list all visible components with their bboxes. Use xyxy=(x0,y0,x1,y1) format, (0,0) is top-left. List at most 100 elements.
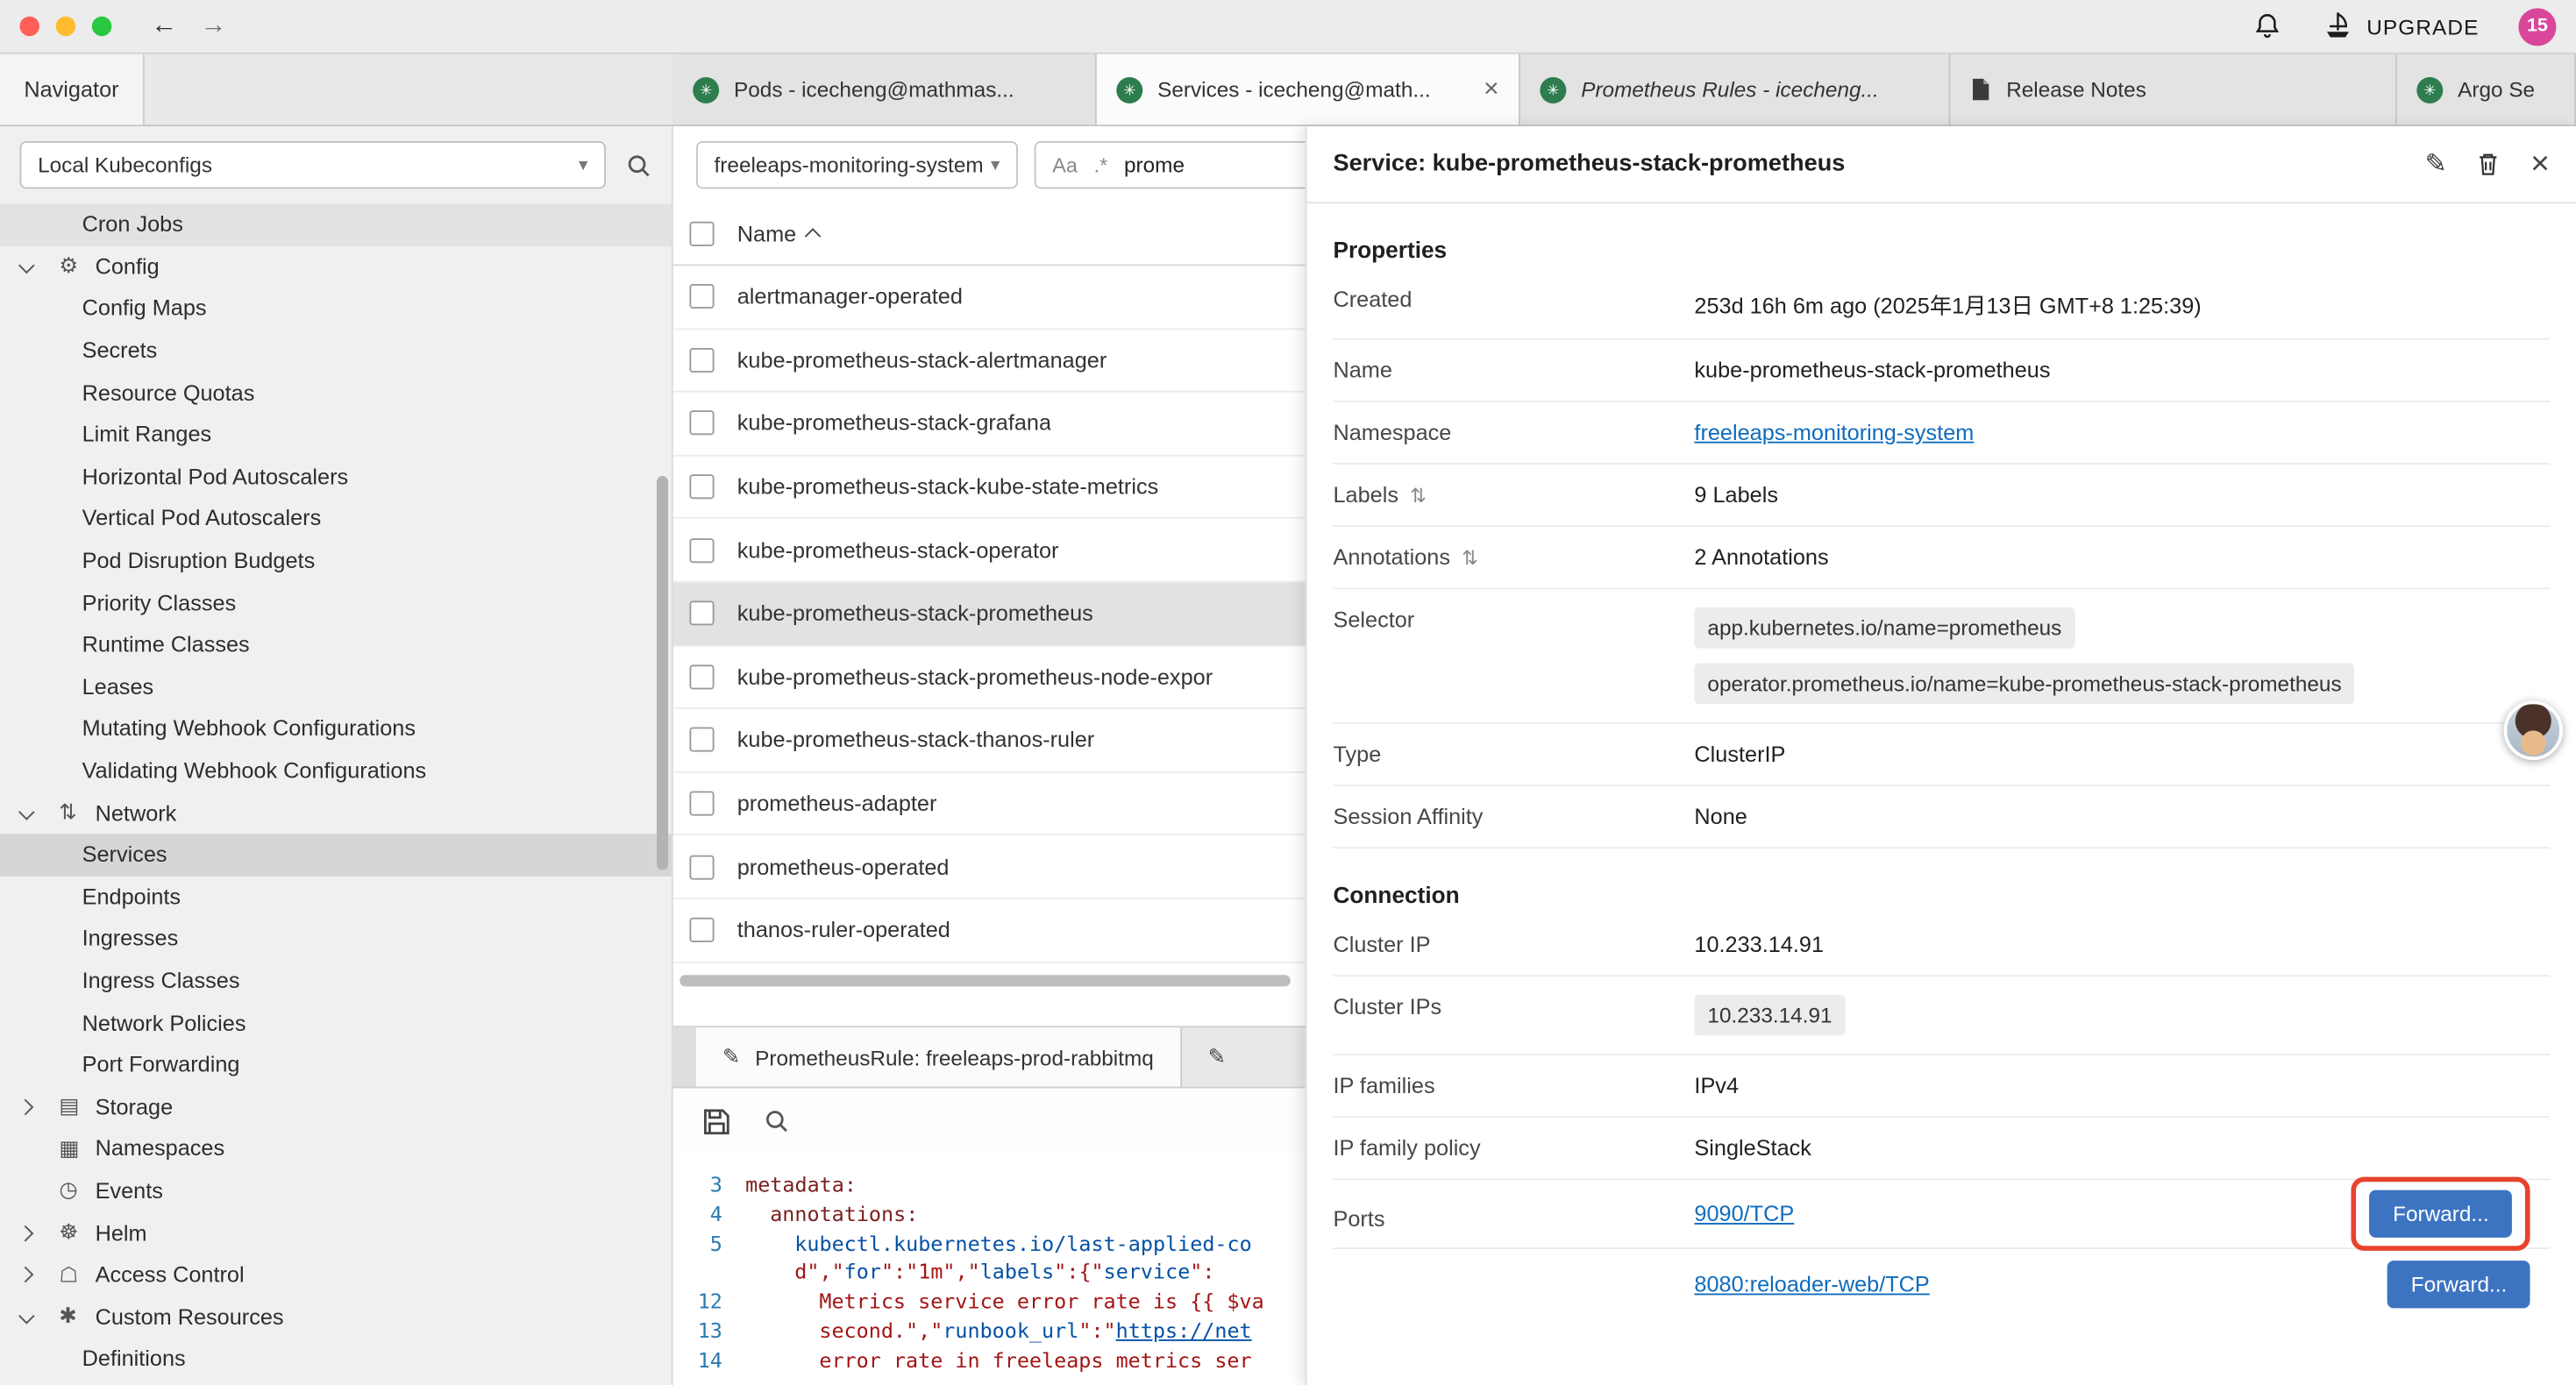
row-name: prometheus-operated xyxy=(737,855,950,879)
sidebar-item-network-policies[interactable]: Network Policies xyxy=(0,1002,672,1044)
sidebar-item-label: Resource Quotas xyxy=(82,380,255,405)
save-icon[interactable] xyxy=(702,1107,730,1135)
namespace-filter-dropdown[interactable]: freeleaps-monitoring-system ▾ xyxy=(696,141,1018,188)
row-checkbox[interactable] xyxy=(689,664,714,689)
sidebar-item-storage[interactable]: ▤Storage xyxy=(0,1086,672,1128)
sidebar-item-events[interactable]: ◷Events xyxy=(0,1169,672,1211)
row-checkbox[interactable] xyxy=(689,348,714,373)
notifications-bell-icon[interactable] xyxy=(2252,11,2281,41)
sidebar-item-validating-webhook-configurations[interactable]: Validating Webhook Configurations xyxy=(0,749,672,792)
row-checkbox[interactable] xyxy=(689,855,714,879)
tab-pods-icecheng-mathmas[interactable]: ✳Pods - icecheng@mathmas... xyxy=(673,54,1097,125)
row-checkbox[interactable] xyxy=(689,284,714,309)
port-forward-button[interactable]: Forward... xyxy=(2388,1261,2530,1308)
sidebar-item-services[interactable]: Services xyxy=(0,834,672,876)
sidebar-item-horizontal-pod-autoscalers[interactable]: Horizontal Pod Autoscalers xyxy=(0,456,672,498)
sidebar-item-limit-ranges[interactable]: Limit Ranges xyxy=(0,414,672,456)
sidebar-item-endpoints[interactable]: Endpoints xyxy=(0,876,672,918)
zoom-window-button[interactable] xyxy=(92,17,111,36)
tab-services-icecheng-math[interactable]: ✳Services - icecheng@math...× xyxy=(1097,54,1520,125)
sidebar-item-access-control[interactable]: ☖Access Control xyxy=(0,1254,672,1296)
detail-row-annotations: Annotations⇅2 Annotations xyxy=(1333,527,2550,589)
row-checkbox[interactable] xyxy=(689,601,714,626)
sidebar-vertical-scrollbar[interactable] xyxy=(657,476,668,870)
sidebar-item-label: Port Forwarding xyxy=(82,1053,240,1077)
tab-argo-se[interactable]: ✳Argo Se xyxy=(2397,54,2576,125)
minimize-window-button[interactable] xyxy=(56,17,75,36)
close-window-button[interactable] xyxy=(19,17,39,36)
sidebar-item-namespaces[interactable]: ▦Namespaces xyxy=(0,1128,672,1170)
forward-button[interactable]: → xyxy=(200,13,226,39)
sidebar-item-label: Network xyxy=(96,800,177,825)
row-checkbox[interactable] xyxy=(689,728,714,752)
row-checkbox[interactable] xyxy=(689,918,714,942)
sidebar-item-port-forwarding[interactable]: Port Forwarding xyxy=(0,1044,672,1086)
upgrade-button[interactable]: UPGRADE xyxy=(2321,10,2480,42)
sidebar-item-label: Definitions xyxy=(82,1346,186,1371)
port-link[interactable]: 9090/TCP xyxy=(1694,1202,1794,1226)
search-icon[interactable] xyxy=(625,152,651,178)
tab-prometheus-rules-icecheng[interactable]: ✳Prometheus Rules - icecheng... xyxy=(1520,54,1951,125)
tab-release-notes[interactable]: Release Notes xyxy=(1951,54,2397,125)
sidebar-item-leases[interactable]: Leases xyxy=(0,665,672,707)
sidebar-item-helm[interactable]: ☸Helm xyxy=(0,1211,672,1254)
code-token: ": xyxy=(1190,1260,1214,1284)
sort-toggle-icon[interactable]: ⇅ xyxy=(1410,483,1427,506)
horizontal-scrollbar-thumb[interactable] xyxy=(680,974,1291,985)
chevron-down-icon xyxy=(18,803,35,820)
code-text: second.","runbook_url":"https://net xyxy=(745,1317,1252,1346)
select-all-checkbox[interactable] xyxy=(689,222,714,246)
sidebar-item-ingresses[interactable]: Ingresses xyxy=(0,918,672,960)
close-tab-icon[interactable]: × xyxy=(1484,76,1498,103)
code-token: annotations: xyxy=(770,1201,918,1225)
sidebar-item-label: Events xyxy=(96,1178,163,1203)
code-token: second."," xyxy=(819,1318,943,1343)
line-number xyxy=(673,1258,745,1287)
row-name: kube-prometheus-stack-kube-state-metrics xyxy=(737,474,1158,499)
user-avatar[interactable] xyxy=(2504,701,2563,760)
sidebar-item-cron-jobs[interactable]: Cron Jobs xyxy=(0,203,672,245)
port-link[interactable]: 8080:reloader-web/TCP xyxy=(1694,1272,1929,1296)
kubeconfig-selector[interactable]: Local Kubeconfigs ▾ xyxy=(19,141,605,188)
dock-tab-prometheusrule-freeleaps-prod-rabbitmq[interactable]: ✎PrometheusRule: freeleaps-prod-rabbitmq xyxy=(696,1027,1182,1086)
sidebar-item-network[interactable]: ⇅Network xyxy=(0,792,672,834)
sidebar-item-priority-classes[interactable]: Priority Classes xyxy=(0,582,672,624)
close-icon[interactable]: × xyxy=(2530,148,2550,181)
sidebar-item-secrets[interactable]: Secrets xyxy=(0,330,672,372)
back-button[interactable]: ← xyxy=(151,13,177,39)
row-checkbox[interactable] xyxy=(689,411,714,436)
row-checkbox[interactable] xyxy=(689,474,714,499)
namespace-link[interactable]: freeleaps-monitoring-system xyxy=(1694,420,2550,444)
sidebar-item-mutating-webhook-configurations[interactable]: Mutating Webhook Configurations xyxy=(0,707,672,749)
edit-icon: ✎ xyxy=(1208,1044,1226,1070)
sidebar-item-definitions[interactable]: Definitions xyxy=(0,1338,672,1380)
search-icon[interactable] xyxy=(764,1108,790,1134)
sidebar-item-label: Secrets xyxy=(82,338,158,363)
sidebar-item-ingress-classes[interactable]: Ingress Classes xyxy=(0,960,672,1002)
sidebar-item-config[interactable]: ⚙Config xyxy=(0,245,672,288)
trash-icon[interactable] xyxy=(2476,151,2501,177)
sidebar-item-pod-disruption-budgets[interactable]: Pod Disruption Budgets xyxy=(0,540,672,582)
sort-toggle-icon[interactable]: ⇅ xyxy=(1462,546,1478,569)
name-column-header[interactable]: Name xyxy=(737,222,822,246)
tab-label: Services - icecheng@math... xyxy=(1157,77,1462,102)
sidebar-item-custom-resources[interactable]: ✱Custom Resources xyxy=(0,1296,672,1338)
code-text: d","for":"1m","labels":{"service": xyxy=(745,1258,1214,1287)
sidebar-item-config-maps[interactable]: Config Maps xyxy=(0,288,672,330)
line-number: 5 xyxy=(673,1229,745,1258)
chevron-right-icon xyxy=(18,1267,34,1283)
notification-count-badge[interactable]: 15 xyxy=(2518,7,2556,45)
row-checkbox[interactable] xyxy=(689,538,714,563)
edit-icon[interactable]: ✎ xyxy=(2425,148,2447,181)
port-forward-button[interactable]: Forward... xyxy=(2370,1190,2512,1238)
match-case-toggle[interactable]: Aa xyxy=(1052,153,1078,176)
drawer-actions: ✎ × xyxy=(2425,148,2550,181)
detail-row-ip-family-policy: IP family policySingleStack xyxy=(1333,1118,2550,1180)
regex-toggle[interactable]: .* xyxy=(1094,153,1108,176)
screenshot-stage: ← → UPGRADE 15 Navigator ✳Pods - icechen… xyxy=(0,0,2576,1385)
sidebar-item-runtime-classes[interactable]: Runtime Classes xyxy=(0,623,672,665)
chevron-down-icon: ▾ xyxy=(991,154,1000,175)
sidebar-item-resource-quotas[interactable]: Resource Quotas xyxy=(0,372,672,414)
sidebar-item-vertical-pod-autoscalers[interactable]: Vertical Pod Autoscalers xyxy=(0,498,672,540)
row-checkbox[interactable] xyxy=(689,792,714,816)
